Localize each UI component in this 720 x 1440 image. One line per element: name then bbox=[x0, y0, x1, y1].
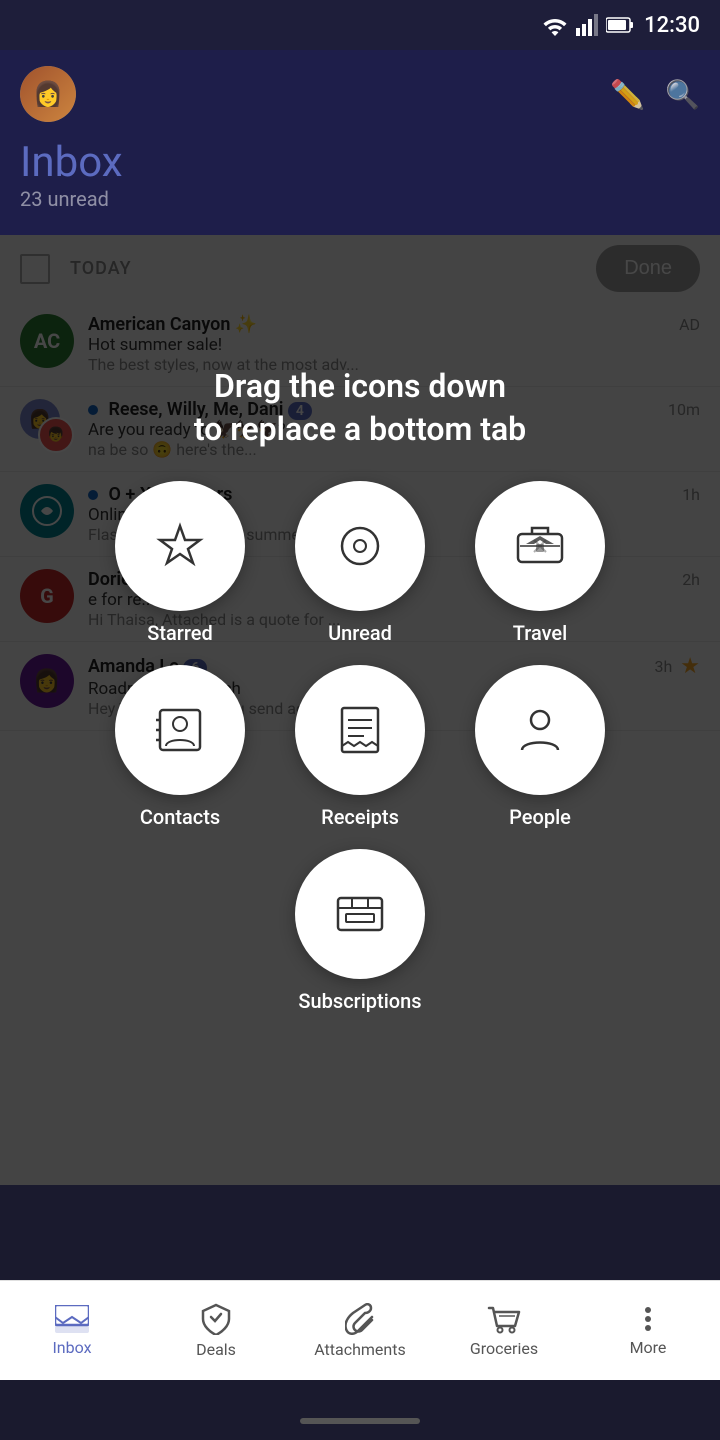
subscriptions-label: Subscriptions bbox=[298, 989, 421, 1013]
avatar[interactable]: 👩 bbox=[20, 66, 76, 122]
subscriptions-icon-item[interactable]: Subscriptions bbox=[295, 849, 425, 1013]
receipts-icon-item[interactable]: Receipts bbox=[280, 665, 440, 829]
signal-icon bbox=[576, 14, 598, 36]
subscriptions-icon-circle bbox=[295, 849, 425, 979]
nav-label-inbox: Inbox bbox=[52, 1338, 91, 1357]
icon-grid: Starred Unread bbox=[100, 481, 620, 829]
contacts-label: Contacts bbox=[140, 805, 220, 829]
nav-item-groceries[interactable]: Groceries bbox=[432, 1304, 576, 1358]
receipts-icon bbox=[332, 702, 388, 758]
people-icon-circle bbox=[475, 665, 605, 795]
people-label: People bbox=[509, 805, 571, 829]
home-indicator bbox=[300, 1418, 420, 1424]
icon-grid-bottom: Subscriptions bbox=[295, 849, 425, 1013]
starred-icon-circle bbox=[115, 481, 245, 611]
starred-label: Starred bbox=[147, 621, 213, 645]
header-title: Inbox bbox=[20, 138, 700, 187]
header-subtitle: 23 unread bbox=[20, 187, 700, 211]
groceries-nav-icon bbox=[487, 1304, 521, 1334]
deals-nav-icon bbox=[201, 1303, 231, 1335]
receipts-icon-circle bbox=[295, 665, 425, 795]
wifi-icon bbox=[542, 14, 568, 36]
unread-icon-circle bbox=[295, 481, 425, 611]
travel-label: Travel bbox=[513, 621, 567, 645]
header-actions: ✏️ 🔍 bbox=[610, 78, 700, 111]
unread-icon bbox=[332, 518, 388, 574]
unread-icon-item[interactable]: Unread bbox=[280, 481, 440, 645]
travel-icon bbox=[512, 518, 568, 574]
battery-icon bbox=[606, 16, 634, 34]
people-icon bbox=[512, 702, 568, 758]
contacts-icon bbox=[152, 702, 208, 758]
unread-label: Unread bbox=[328, 621, 392, 645]
subscriptions-icon bbox=[332, 886, 388, 942]
header: 👩 ✏️ 🔍 Inbox 23 unread bbox=[0, 50, 720, 235]
compose-icon[interactable]: ✏️ bbox=[610, 78, 645, 111]
nav-label-deals: Deals bbox=[196, 1340, 236, 1359]
main-content: TODAY Done AC American Canyon ✨ AD Hot s… bbox=[0, 235, 720, 1185]
nav-item-attachments[interactable]: Attachments bbox=[288, 1303, 432, 1359]
nav-label-groceries: Groceries bbox=[470, 1339, 538, 1358]
overlay-instruction: Drag the icons downto replace a bottom t… bbox=[154, 365, 566, 451]
drag-overlay: Drag the icons downto replace a bottom t… bbox=[0, 235, 720, 1185]
bottom-nav: Inbox Deals Attachments Groceries More bbox=[0, 1280, 720, 1380]
contacts-icon-item[interactable]: Contacts bbox=[100, 665, 260, 829]
attachments-nav-icon bbox=[345, 1303, 375, 1335]
travel-icon-circle bbox=[475, 481, 605, 611]
status-icons bbox=[542, 14, 634, 36]
nav-item-deals[interactable]: Deals bbox=[144, 1303, 288, 1359]
nav-item-more[interactable]: More bbox=[576, 1305, 720, 1357]
receipts-label: Receipts bbox=[321, 805, 399, 829]
nav-item-inbox[interactable]: Inbox bbox=[0, 1305, 144, 1357]
search-icon[interactable]: 🔍 bbox=[665, 78, 700, 111]
nav-label-more: More bbox=[630, 1338, 667, 1357]
status-bar: 12:30 bbox=[0, 0, 720, 50]
nav-label-attachments: Attachments bbox=[314, 1340, 406, 1359]
starred-icon-item[interactable]: Starred bbox=[100, 481, 260, 645]
travel-icon-item[interactable]: Travel bbox=[460, 481, 620, 645]
inbox-nav-icon bbox=[55, 1305, 89, 1333]
status-time: 12:30 bbox=[644, 13, 700, 38]
contacts-icon-circle bbox=[115, 665, 245, 795]
header-top: 👩 ✏️ 🔍 bbox=[20, 66, 700, 122]
more-nav-icon bbox=[634, 1305, 662, 1333]
star-icon bbox=[152, 518, 208, 574]
people-icon-item[interactable]: People bbox=[460, 665, 620, 829]
